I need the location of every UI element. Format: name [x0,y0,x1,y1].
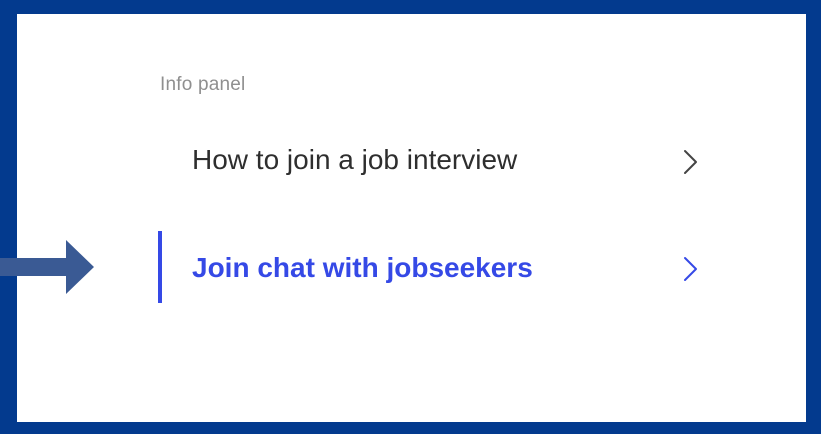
chevron-right-icon [684,150,697,174]
info-panel-item-join-chat[interactable]: Join chat with jobseekers [158,231,718,303]
info-panel-item-label: Join chat with jobseekers [192,252,533,283]
info-panel-item-job-interview[interactable]: How to join a job interview [158,132,718,192]
screenshot-frame [0,0,821,434]
chevron-right-icon [684,257,697,281]
active-item-indicator [158,231,162,303]
info-panel-title: Info panel [160,74,246,95]
right-arrow-pointer-icon [0,240,94,294]
info-panel-item-label: How to join a job interview [192,144,518,175]
